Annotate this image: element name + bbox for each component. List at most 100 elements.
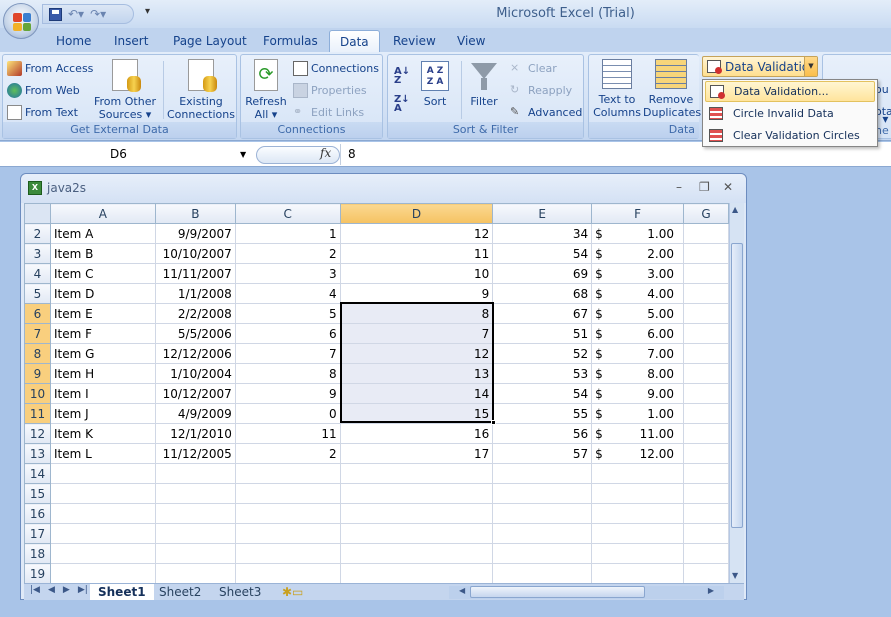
cell-d12[interactable]: 16: [339, 423, 494, 444]
cell-f6[interactable]: $5.00: [591, 303, 685, 324]
cell-b8[interactable]: 12/12/2006: [154, 343, 236, 364]
cell-a2[interactable]: Item A: [49, 223, 156, 244]
cell-g8[interactable]: [683, 343, 729, 364]
cell-g13[interactable]: [683, 443, 729, 464]
row-header[interactable]: 4: [24, 263, 51, 284]
first-sheet-icon[interactable]: |◀: [30, 585, 40, 595]
name-box[interactable]: D6: [0, 142, 255, 167]
cell-a17[interactable]: [49, 523, 156, 544]
cell-a14[interactable]: [49, 463, 156, 484]
column-header-g[interactable]: G: [683, 203, 729, 224]
cell-d17[interactable]: [339, 523, 494, 544]
cell-a12[interactable]: Item K: [49, 423, 156, 444]
cell-b5[interactable]: 1/1/2008: [154, 283, 236, 304]
name-box-dropdown-icon[interactable]: ▼: [240, 150, 246, 159]
sheet-tab-sheet3[interactable]: Sheet3: [211, 584, 269, 600]
cell-a9[interactable]: Item H: [49, 363, 156, 384]
cell-f18[interactable]: [591, 543, 685, 564]
cell-d7[interactable]: 7: [339, 323, 494, 344]
cell-f11[interactable]: $1.00: [591, 403, 685, 424]
spreadsheet-grid[interactable]: ABCDEFG 2 Item A 9/9/2007 1 12 34 $1.00 3 Item B…: [24, 203, 729, 583]
cell-g19[interactable]: [683, 563, 729, 583]
cell-b6[interactable]: 2/2/2008: [154, 303, 236, 324]
cell-a18[interactable]: [49, 543, 156, 564]
column-header-a[interactable]: A: [49, 203, 156, 224]
vertical-scroll-thumb[interactable]: [731, 243, 743, 528]
cell-g15[interactable]: [683, 483, 729, 504]
cell-e7[interactable]: 51: [492, 323, 593, 344]
sort-button[interactable]: A ZZ A Sort: [416, 61, 454, 108]
cell-e13[interactable]: 57: [492, 443, 593, 464]
column-header-f[interactable]: F: [591, 203, 685, 224]
cell-f13[interactable]: $12.00: [591, 443, 685, 464]
restore-button[interactable]: ❐: [699, 180, 710, 194]
cell-g4[interactable]: [683, 263, 729, 284]
cell-b7[interactable]: 5/5/2006: [154, 323, 236, 344]
cell-f2[interactable]: $1.00: [591, 223, 685, 244]
cell-a5[interactable]: Item D: [49, 283, 156, 304]
cell-b9[interactable]: 1/10/2004: [154, 363, 236, 384]
row-header[interactable]: 7: [24, 323, 51, 344]
row-header[interactable]: 9: [24, 363, 51, 384]
cell-c7[interactable]: 6: [234, 323, 341, 344]
reapply-button[interactable]: ↻ Reapply: [510, 83, 572, 98]
cell-g5[interactable]: [683, 283, 729, 304]
vertical-scrollbar[interactable]: ▲ ▼: [729, 203, 744, 583]
cell-b18[interactable]: [154, 543, 236, 564]
cell-g17[interactable]: [683, 523, 729, 544]
cell-f3[interactable]: $2.00: [591, 243, 685, 264]
cell-c4[interactable]: 3: [234, 263, 341, 284]
scroll-down-icon[interactable]: ▼: [732, 571, 738, 580]
cell-g9[interactable]: [683, 363, 729, 384]
cell-f7[interactable]: $6.00: [591, 323, 685, 344]
cell-f4[interactable]: $3.00: [591, 263, 685, 284]
scroll-up-icon[interactable]: ▲: [732, 205, 738, 214]
cell-c6[interactable]: 5: [234, 303, 341, 324]
cell-d14[interactable]: [339, 463, 494, 484]
row-header[interactable]: 13: [24, 443, 51, 464]
cell-a6[interactable]: Item E: [49, 303, 156, 324]
row-header[interactable]: 6: [24, 303, 51, 324]
row-header[interactable]: 2: [24, 223, 51, 244]
cell-e4[interactable]: 69: [492, 263, 593, 284]
column-header-b[interactable]: B: [154, 203, 236, 224]
tab-data[interactable]: Data: [329, 30, 380, 52]
row-header[interactable]: 16: [24, 503, 51, 524]
cell-e18[interactable]: [492, 543, 593, 564]
cell-d3[interactable]: 11: [339, 243, 494, 264]
sort-a-to-z-button[interactable]: A↓ Z: [394, 67, 410, 86]
cell-b17[interactable]: [154, 523, 236, 544]
from-access-button[interactable]: From Access: [7, 61, 93, 76]
minimize-button[interactable]: –: [676, 180, 682, 194]
scroll-left-icon[interactable]: ◀: [459, 586, 465, 595]
cell-c5[interactable]: 4: [234, 283, 341, 304]
properties-button[interactable]: Properties: [293, 83, 367, 98]
cell-e12[interactable]: 56: [492, 423, 593, 444]
cell-f15[interactable]: [591, 483, 685, 504]
next-sheet-icon[interactable]: ▶: [63, 585, 70, 595]
tab-page-layout[interactable]: Page Layout: [165, 30, 255, 52]
cell-a13[interactable]: Item L: [49, 443, 156, 464]
cell-c19[interactable]: [234, 563, 341, 583]
filter-button[interactable]: Filter: [464, 61, 504, 108]
cell-c18[interactable]: [234, 543, 341, 564]
cell-d13[interactable]: 17: [339, 443, 494, 464]
cell-d4[interactable]: 10: [339, 263, 494, 284]
cell-d8[interactable]: 12: [339, 343, 494, 364]
menu-item-clear-validation-circles[interactable]: Clear Validation Circles: [705, 125, 875, 146]
cell-b3[interactable]: 10/10/2007: [154, 243, 236, 264]
advanced-filter-button[interactable]: ✎ Advanced: [510, 105, 582, 120]
cell-a16[interactable]: [49, 503, 156, 524]
cell-d5[interactable]: 9: [339, 283, 494, 304]
from-web-button[interactable]: From Web: [7, 83, 80, 98]
sheet-tab-sheet1[interactable]: Sheet1: [90, 584, 154, 600]
text-to-columns-button[interactable]: Text to Columns: [593, 59, 641, 119]
cell-f9[interactable]: $8.00: [591, 363, 685, 384]
cell-b13[interactable]: 11/12/2005: [154, 443, 236, 464]
cell-e16[interactable]: [492, 503, 593, 524]
column-header-d[interactable]: D: [339, 203, 494, 224]
row-header[interactable]: 12: [24, 423, 51, 444]
row-header[interactable]: 10: [24, 383, 51, 404]
cell-e14[interactable]: [492, 463, 593, 484]
cell-g6[interactable]: [683, 303, 729, 324]
